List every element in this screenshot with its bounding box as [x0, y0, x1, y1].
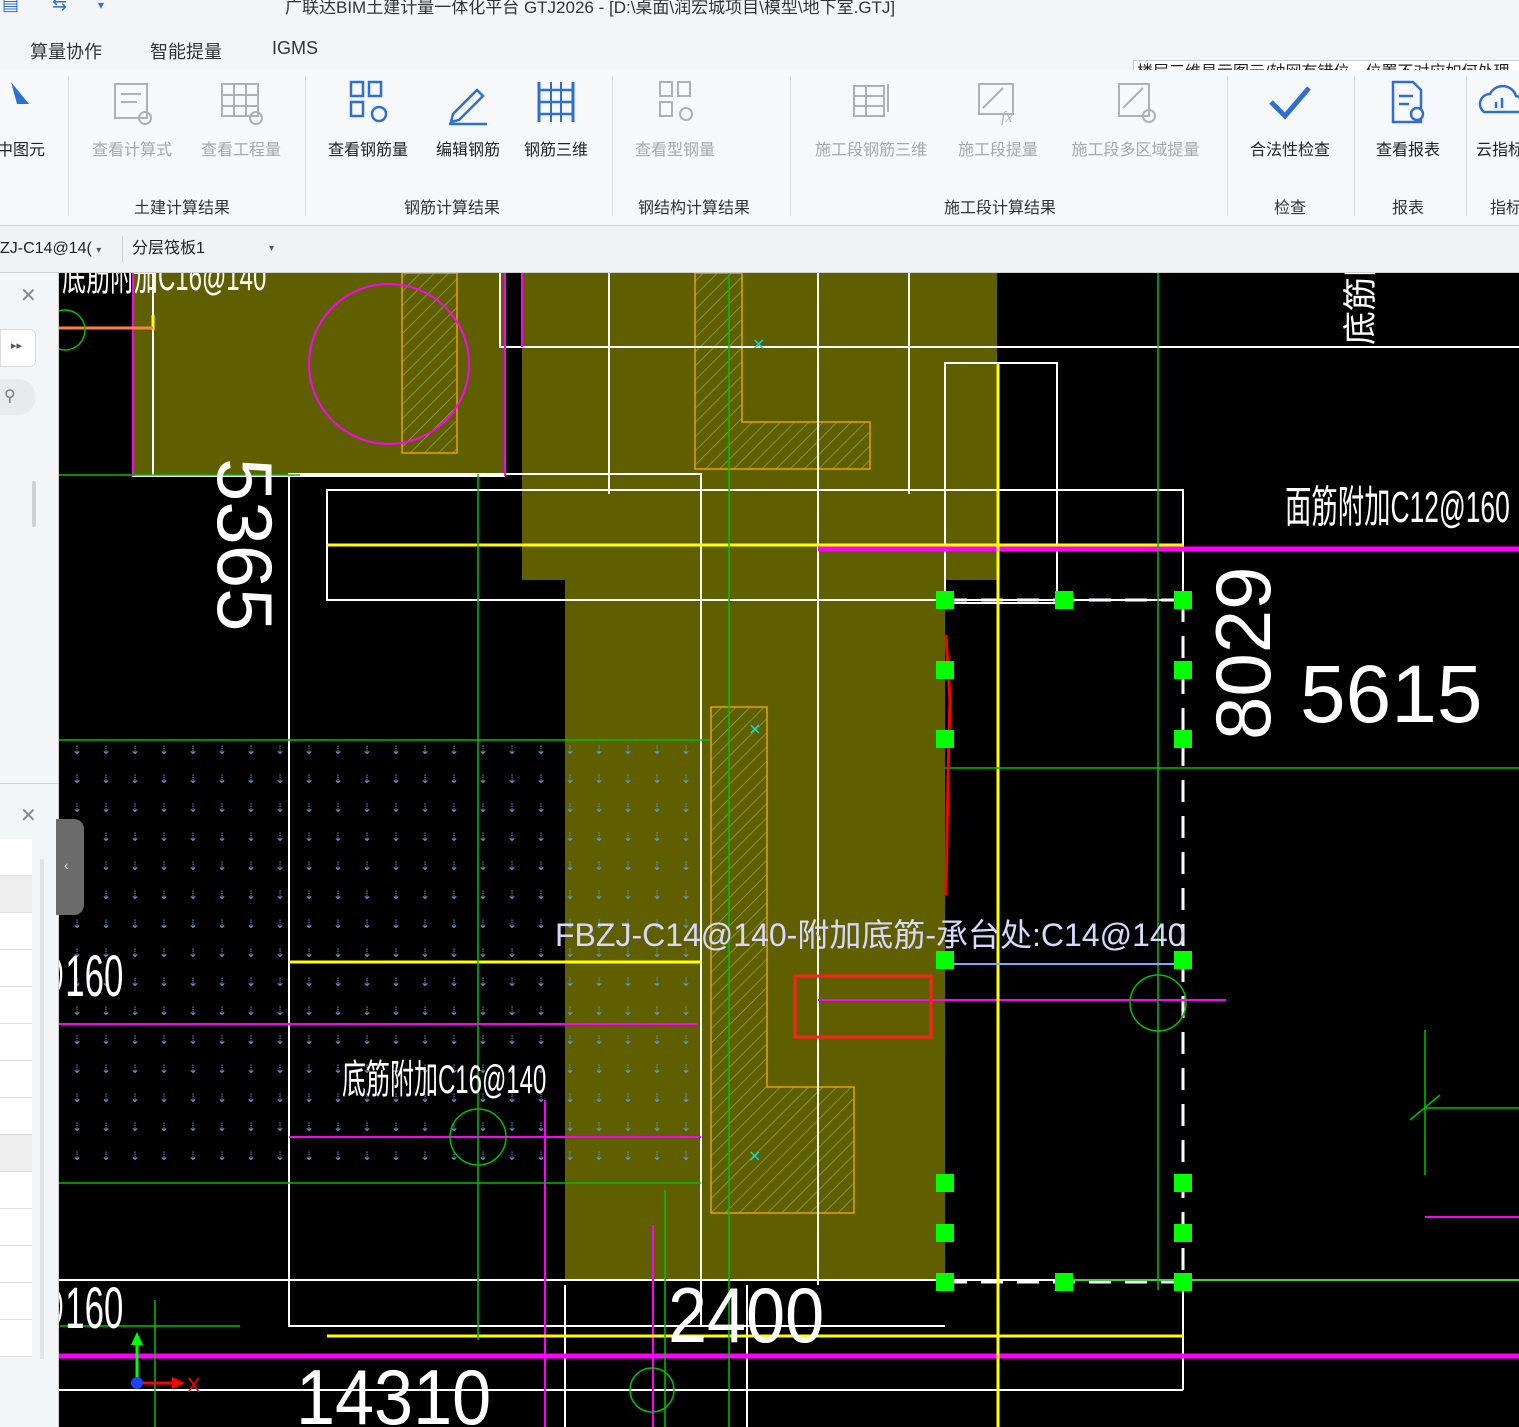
group-report: 报表	[1392, 200, 1425, 217]
select-element-button[interactable]: 中图元	[0, 78, 56, 160]
at160-label: @160	[59, 1277, 123, 1341]
left-panel: ✕ ▸▸ ⚲ ✕ ‹	[0, 273, 84, 1427]
view-quantity-button[interactable]: 查看工程量	[192, 78, 290, 160]
property-list	[0, 839, 32, 1399]
search-button[interactable]: ⚲	[0, 379, 36, 415]
window-title: 广联达BIM土建计量一体化平台 GTJ2026 - [D:\桌面\润宏城项目\模…	[285, 0, 896, 17]
menu-igms[interactable]: IGMS	[272, 38, 318, 59]
ribbon: 中图元 查看计算式 查看工程量 查看钢筋量 编辑钢筋 钢筋三维 查看型钢量 施工…	[0, 70, 1519, 226]
stage-multi-icon	[1117, 83, 1156, 123]
panel-collapse-tab[interactable]: ‹	[56, 819, 84, 915]
rebar-3d-icon	[537, 82, 575, 122]
group-steel-results: 钢结构计算结果	[638, 200, 751, 217]
quantity-grid-icon	[221, 83, 263, 125]
top-rebar-label: 面筋附加C12@160	[1285, 482, 1510, 532]
stage-rebar-3d-button[interactable]: 施工段钢筋三维	[803, 78, 939, 160]
column-hatch	[401, 273, 458, 454]
legality-check-button[interactable]: 合法性检查	[1240, 78, 1340, 160]
close-icon[interactable]: ✕	[20, 283, 37, 308]
stage-multi-qty-button[interactable]: 施工段多区域提量	[1058, 78, 1213, 160]
group-rebar-results: 钢筋计算结果	[404, 200, 501, 217]
undo-icon[interactable]: ⇆	[52, 0, 67, 15]
menu-collab[interactable]: 算量协作	[30, 38, 102, 64]
menu-smart-qty[interactable]: 智能提量	[150, 38, 222, 64]
menu-bar: 算量协作 智能提量 IGMS 楼层三维显示图元/轴网有错位，位置不对应如何处理	[0, 20, 1519, 86]
view-formula-button[interactable]: 查看计算式	[83, 78, 181, 160]
at160-label: @160	[59, 945, 123, 1009]
dim-5615: 5615	[1300, 649, 1482, 740]
scrollbar[interactable]	[32, 481, 36, 527]
double-chevron-icon: ▸▸	[11, 340, 23, 352]
svg-text:×: ×	[752, 334, 765, 353]
quick-access-dropdown-icon[interactable]: ▾	[98, 0, 104, 12]
svg-text:×: ×	[748, 1146, 761, 1165]
group-stage-results: 施工段计算结果	[944, 200, 1057, 217]
dim-5365: 5365	[201, 458, 289, 632]
cursor-icon	[11, 82, 29, 104]
dim-2400: 2400	[668, 1272, 824, 1359]
rebar-3d-button[interactable]: 钢筋三维	[516, 78, 596, 160]
element-tooltip: FBZJ-C14@140-附加底筋-承台处:C14@140	[555, 917, 1185, 953]
ucs-axis-icon: X	[131, 1332, 200, 1397]
view-rebar-qty-button[interactable]: 查看钢筋量	[318, 78, 418, 160]
stage-qty-button[interactable]: fx 施工段提量	[948, 78, 1048, 160]
drawing-canvas[interactable]: ⇣	[59, 273, 1519, 1427]
dim-14310: 14310	[296, 1354, 491, 1427]
svg-text:fx: fx	[1001, 109, 1013, 126]
chevron-left-icon: ‹	[64, 857, 69, 873]
save-icon[interactable]: ▤	[2, 0, 19, 15]
group-civil-results: 土建计算结果	[134, 200, 231, 217]
report-icon	[1391, 80, 1425, 124]
bottom-rebar-label-top: 底筋附加C16@140	[62, 273, 266, 298]
dropdown-arrow-icon: ▾	[96, 245, 102, 256]
group-check: 检查	[1274, 200, 1307, 217]
cloud-index-button[interactable]: 云指标	[1476, 78, 1519, 160]
element-select[interactable]: ZJ-C14@14( ▾	[0, 236, 123, 262]
dropdown-arrow-icon: ▾	[268, 243, 274, 254]
edit-rebar-button[interactable]: 编辑钢筋	[428, 78, 508, 160]
dim-8029: 8029	[1199, 566, 1287, 740]
cad-drawing[interactable]: ⇣	[59, 273, 1519, 1427]
view-report-button[interactable]: 查看报表	[1366, 78, 1450, 160]
expand-button[interactable]: ▸▸	[0, 329, 36, 367]
formula-doc-icon	[114, 83, 152, 125]
stage-fx-icon: fx	[978, 83, 1014, 126]
search-icon: ⚲	[4, 388, 16, 405]
layer-select[interactable]: 分层筏板1 ▾	[128, 236, 280, 262]
cloud-chart-icon	[1478, 84, 1519, 114]
stage-rebar-icon	[853, 84, 889, 117]
group-index: 指标	[1490, 200, 1519, 217]
svg-text:×: ×	[748, 719, 761, 738]
pencil-icon	[449, 88, 487, 126]
view-steel-button[interactable]: 查看型钢量	[625, 78, 725, 160]
checkmark-icon	[1269, 86, 1311, 120]
steel-section-icon	[659, 81, 693, 121]
vertical-rebar-label: 底筋附加	[1342, 273, 1380, 345]
title-bar: ▤ ⇆ ▾ 广联达BIM土建计量一体化平台 GTJ2026 - [D:\桌面\润…	[0, 0, 1519, 20]
rebar-qty-icon	[349, 80, 388, 123]
rebar-region	[59, 740, 710, 1180]
close-icon[interactable]: ✕	[20, 803, 37, 828]
bottom-rebar-label: 底筋附加C16@140	[342, 1057, 546, 1102]
properties-toolbar: ZJ-C14@14( ▾ 分层筏板1 ▾	[0, 226, 1519, 273]
scrollbar[interactable]	[40, 859, 44, 1359]
x-axis-label: X	[187, 1375, 200, 1397]
